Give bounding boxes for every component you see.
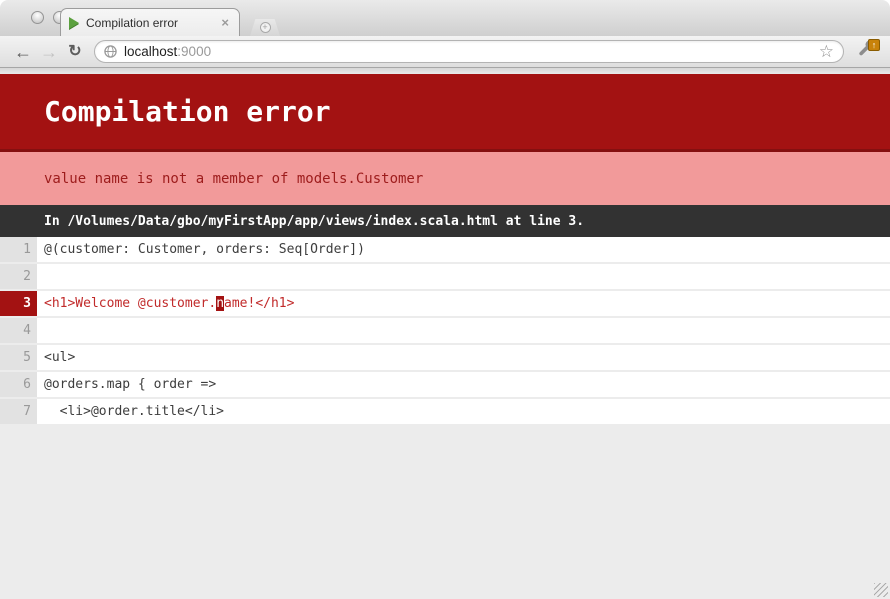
globe-icon xyxy=(104,45,117,58)
error-message: value name is not a member of models.Cus… xyxy=(0,152,890,205)
update-badge: ↑ xyxy=(868,39,880,51)
tab-strip: Compilation error × + xyxy=(0,0,890,36)
line-code: <li>@order.title</li> xyxy=(37,399,890,424)
line-number: 3 xyxy=(0,291,37,316)
error-marker: n xyxy=(216,296,224,311)
line-code xyxy=(37,318,890,343)
code-text: <h1>Welcome @customer. xyxy=(44,296,216,311)
line-number: 7 xyxy=(0,399,37,424)
code-line-5: 5<ul> xyxy=(0,345,890,370)
code-line-7: 7 <li>@order.title</li> xyxy=(0,399,890,424)
code-line-6: 6@orders.map { order => xyxy=(0,372,890,397)
line-number: 6 xyxy=(0,372,37,397)
code-line-2: 2 xyxy=(0,264,890,289)
new-tab-plus-icon: + xyxy=(260,22,271,33)
line-code: @(customer: Customer, orders: Seq[Order]… xyxy=(37,237,890,262)
code-line-3: 3<h1>Welcome @customer.name!</h1> xyxy=(0,291,890,316)
line-number: 5 xyxy=(0,345,37,370)
url-text[interactable]: localhost:9000 xyxy=(124,44,211,59)
tab-title: Compilation error xyxy=(86,16,219,30)
code-text: ame!</h1> xyxy=(224,296,294,311)
error-page: Compilation error value name is not a me… xyxy=(0,68,890,599)
tab-close-icon[interactable]: × xyxy=(219,16,231,29)
line-number: 2 xyxy=(0,264,37,289)
address-bar[interactable]: localhost:9000 ☆ xyxy=(94,40,844,63)
forward-button[interactable]: → xyxy=(36,43,62,61)
bookmark-star-icon[interactable]: ☆ xyxy=(819,43,834,60)
url-port: :9000 xyxy=(177,44,211,59)
settings-menu-button[interactable]: ↑ xyxy=(852,39,880,65)
line-number: 1 xyxy=(0,237,37,262)
line-code: <ul> xyxy=(37,345,890,370)
play-framework-icon xyxy=(69,17,79,29)
page-background xyxy=(0,426,890,599)
url-host: localhost xyxy=(124,44,177,59)
error-location: In /Volumes/Data/gbo/myFirstApp/app/view… xyxy=(0,205,890,237)
line-code: @orders.map { order => xyxy=(37,372,890,397)
page-title: Compilation error xyxy=(0,74,890,152)
line-code: <h1>Welcome @customer.name!</h1> xyxy=(37,291,890,316)
back-button[interactable]: ← xyxy=(10,43,36,61)
code-listing: 1@(customer: Customer, orders: Seq[Order… xyxy=(0,237,890,426)
browser-window: Compilation error × + ← → ↻ localhost:90… xyxy=(0,0,890,599)
new-tab-button[interactable]: + xyxy=(250,19,280,36)
resize-grip[interactable] xyxy=(874,583,888,597)
close-window-button[interactable] xyxy=(31,11,44,24)
line-number: 4 xyxy=(0,318,37,343)
browser-tab[interactable]: Compilation error × xyxy=(60,8,240,36)
reload-button[interactable]: ↻ xyxy=(62,44,88,60)
line-code xyxy=(37,264,890,289)
code-line-1: 1@(customer: Customer, orders: Seq[Order… xyxy=(0,237,890,262)
code-line-4: 4 xyxy=(0,318,890,343)
navigation-toolbar: ← → ↻ localhost:9000 ☆ ↑ xyxy=(0,36,890,68)
